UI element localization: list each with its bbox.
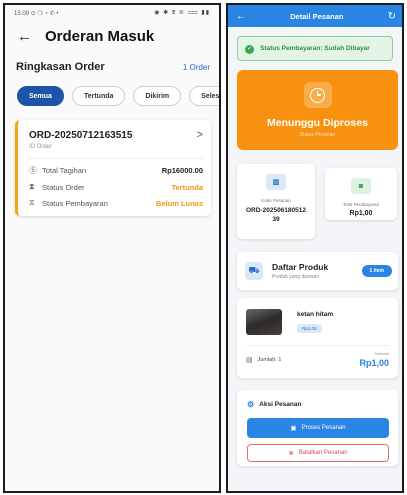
subtotal-value: Rp1,00 [359, 358, 389, 368]
hourglass-outline-icon: ⧖ [29, 198, 35, 207]
hourglass-icon: ⧗ [29, 182, 35, 191]
subtotal-label: Subtotal [374, 351, 389, 356]
barcode-icon: ▥ [266, 174, 286, 190]
order-status-subtitle: Status Pesanan [299, 132, 336, 138]
product-image [246, 309, 282, 335]
products-title: Daftar Produk [272, 262, 329, 272]
order-status-label: Status Order [42, 182, 85, 192]
info-row: ▥ Kode Pesanan ORD-20250618051239 ◙ Tota… [237, 164, 398, 239]
total-label: Total Tagihan [42, 166, 87, 175]
clipboard-icon: ▣ [290, 425, 297, 432]
total-value: Rp16000.00 [161, 166, 203, 175]
order-id: ORD-20250712163515 [29, 129, 133, 141]
order-status-value: Tertunda [171, 182, 203, 192]
arrow-left-icon[interactable]: ← [236, 11, 246, 22]
summary-title: Ringkasan Order [16, 61, 105, 73]
filter-chip-selesai[interactable]: Selesai [189, 86, 219, 106]
payment-status-row: ⧖ Status Pembayaran Belum Lunas [29, 198, 203, 208]
detail-title: Detail Pesanan [290, 11, 344, 21]
divider [29, 158, 203, 159]
clock-icon [303, 82, 332, 108]
total-payment-value: Rp1,00 [349, 210, 373, 217]
order-summary: Ringkasan Order 1 Order [5, 61, 219, 73]
filter-chip-semua[interactable]: Semua [17, 86, 64, 106]
status-left-icons: ⊙ ❍ ◔ ✆ • [30, 10, 59, 17]
total-payment-label: Total Pembayaran [342, 202, 380, 207]
product-name: ketan hitam [297, 311, 334, 318]
payment-status-label: Status Pembayaran [42, 198, 108, 208]
calendar-icon: ▤ [246, 357, 253, 364]
dollar-icon: Ⓢ [29, 166, 37, 175]
chevron-right-icon[interactable]: > [197, 129, 203, 141]
order-code-label: Kode Pesanan [261, 198, 291, 203]
filter-chip-dikirim[interactable]: Dikirim [133, 86, 182, 106]
filter-chip-tertunda[interactable]: Tertunda [71, 86, 126, 106]
payment-status-text: Status Pembayaran: Sudah Dibayar [260, 45, 370, 52]
order-status-title: Menunggu Diproses [267, 117, 368, 129]
check-circle-icon: ✓ [245, 45, 254, 54]
divider [246, 345, 389, 346]
refresh-icon[interactable]: ↻ [388, 11, 396, 22]
item-count-badge: 1 item [361, 265, 392, 277]
cancel-order-label: Batalkan Pesanan [298, 450, 348, 456]
app-header: ← Orderan Masuk [5, 21, 219, 47]
order-code-card: ▥ Kode Pesanan ORD-20250618051239 [237, 164, 315, 239]
total-payment-card: ◙ Total Pembayaran Rp1,00 [325, 168, 397, 220]
cart-icon: ⛟ [245, 262, 263, 280]
money-icon: ◙ [351, 178, 371, 194]
status-bar: 15.09 ⊙ ❍ ◔ ✆ • ◉ ✱ ⩨ ≋ ⩶ ▮▮ [5, 5, 219, 21]
order-id-label: ID Order [29, 144, 53, 150]
order-status-card: Menunggu Diproses Status Pesanan [237, 70, 398, 150]
summary-count: 1 Order [182, 62, 210, 72]
arrow-left-icon[interactable]: ← [17, 29, 39, 44]
gear-icon: ⚙ [247, 400, 255, 409]
total-row: Ⓢ Total Tagihan Rp16000.00 [29, 165, 203, 176]
cancel-order-button[interactable]: ⊗ Batalkan Pesanan [247, 444, 389, 462]
filter-chips: Semua Tertunda Dikirim Selesai [5, 86, 219, 106]
order-card[interactable]: ORD-20250712163515 > ID Order Ⓢ Total Ta… [15, 120, 211, 216]
order-status-row: ⧗ Status Order Tertunda [29, 182, 203, 192]
product-price: Rp1,00 [297, 324, 322, 333]
products-subtitle: Produk yang dipesan [272, 274, 319, 280]
status-right-icons: ◉ ✱ ⩨ ≋ ⩶ ▮▮ [154, 10, 210, 16]
actions-title: Aksi Pesanan [259, 401, 302, 408]
payment-status-value: Belum Lunas [155, 198, 203, 208]
process-order-label: Proses Pesanan [301, 425, 346, 431]
quantity-label: Jumlah: 1 [257, 357, 282, 363]
cancel-circle-icon: ⊗ [288, 450, 294, 457]
process-order-button[interactable]: ▣ Proses Pesanan [247, 418, 389, 438]
order-code-value: ORD-20250618051239 [246, 207, 306, 224]
orders-screen: 15.09 ⊙ ❍ ◔ ✆ • ◉ ✱ ⩨ ≋ ⩶ ▮▮ ← Orderan M… [3, 3, 221, 493]
detail-header: ← Detail Pesanan ↻ [228, 5, 402, 27]
order-actions: ⚙ Aksi Pesanan ▣ Proses Pesanan ⊗ Batalk… [237, 390, 398, 466]
status-time: 15.09 [14, 10, 30, 17]
product-item: ketan hitam Rp1,00 ▤ Jumlah: 1 Subtotal … [237, 298, 398, 378]
page-title: Orderan Masuk [45, 27, 155, 45]
quantity-row: ▤ Jumlah: 1 [246, 356, 281, 364]
order-detail-screen: ← Detail Pesanan ↻ ✓ Status Pembayaran: … [226, 3, 404, 493]
products-header: ⛟ Daftar Produk Produk yang dipesan 1 it… [237, 252, 398, 290]
payment-status-banner: ✓ Status Pembayaran: Sudah Dibayar [237, 36, 393, 61]
